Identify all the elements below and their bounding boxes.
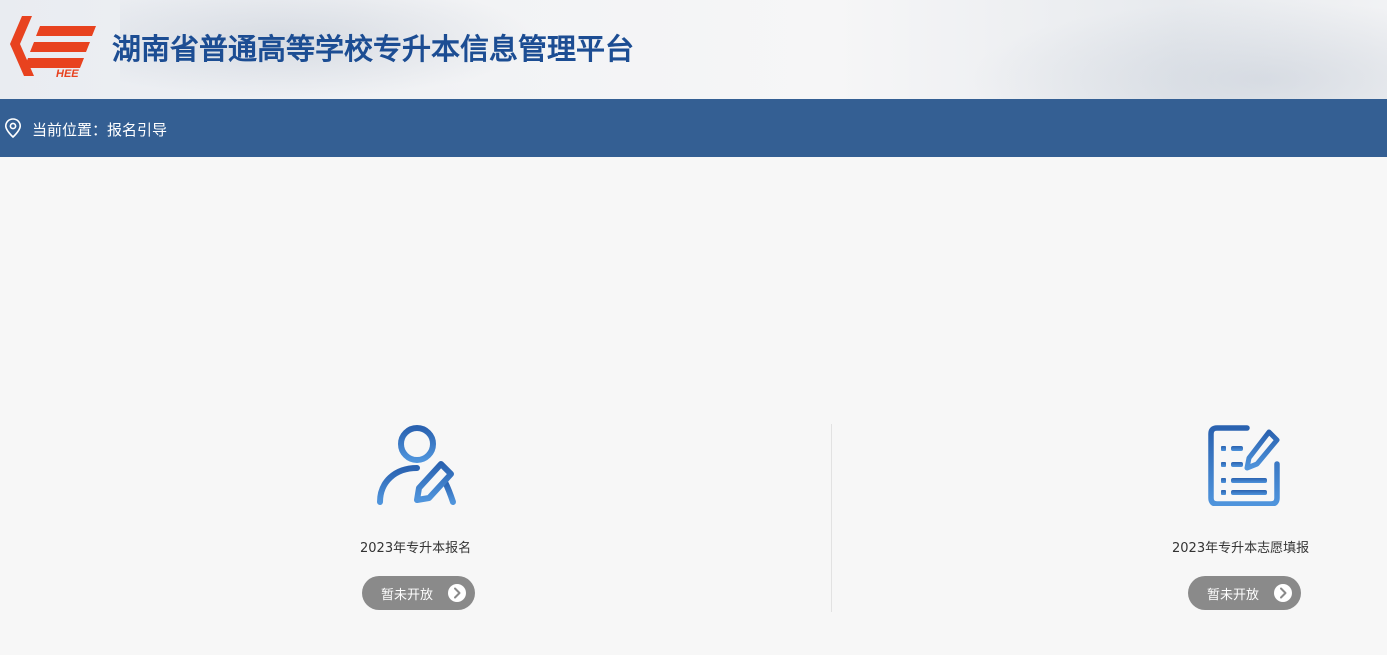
header-background-mist — [967, 0, 1387, 99]
registration-status-button[interactable]: 暂未开放 — [362, 576, 475, 610]
card-label-preference: 2023年专升本志愿填报 — [1172, 541, 1310, 556]
site-header: HEE 湖南省普通高等学校专升本信息管理平台 — [0, 0, 1387, 99]
card-divider — [831, 424, 832, 612]
breadcrumb: 当前位置：报名引导 — [32, 121, 168, 139]
user-edit-icon[interactable] — [377, 424, 459, 506]
chevron-right-circle-icon — [1274, 584, 1292, 602]
location-pin-icon — [4, 118, 22, 138]
site-title: 湖南省普通高等学校专升本信息管理平台 — [112, 32, 635, 66]
hee-logo[interactable]: HEE — [4, 14, 98, 78]
status-button-label: 暂未开放 — [1207, 587, 1260, 603]
preference-status-button[interactable]: 暂未开放 — [1188, 576, 1301, 610]
svg-text:HEE: HEE — [56, 68, 79, 78]
card-label-registration: 2023年专升本报名 — [360, 541, 472, 556]
status-button-label: 暂未开放 — [381, 587, 434, 603]
document-edit-icon[interactable] — [1207, 424, 1281, 506]
location-bar — [0, 99, 1387, 157]
chevron-right-circle-icon — [448, 584, 466, 602]
